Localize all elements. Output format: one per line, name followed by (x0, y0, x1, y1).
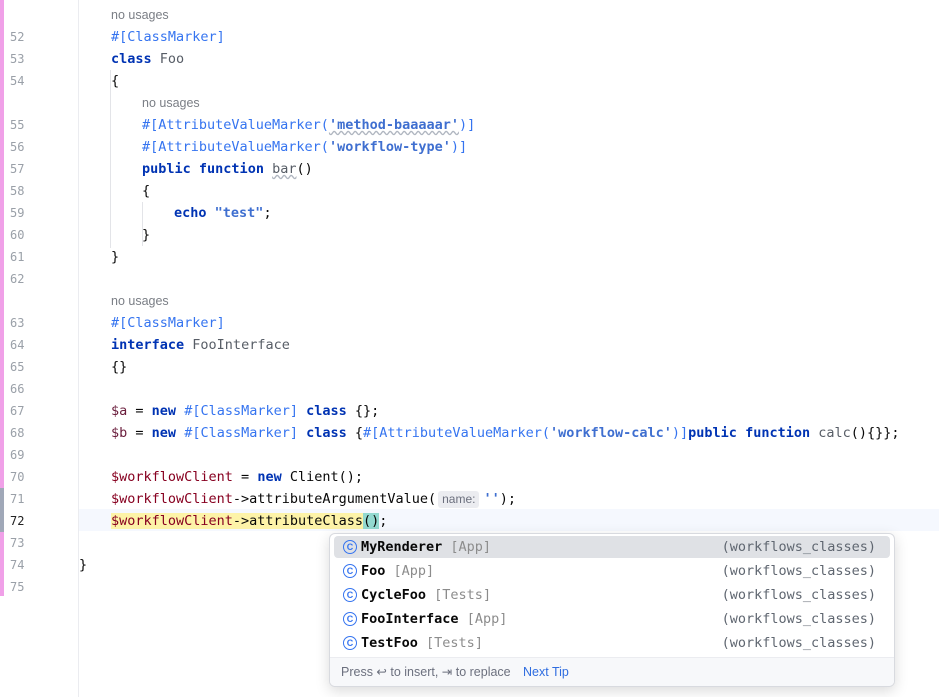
code-line-59[interactable]: echo "test"; (174, 202, 272, 224)
completion-item-class: Foo (361, 563, 386, 579)
line-number[interactable]: 68 (10, 426, 40, 440)
completion-item-module: [Tests] (434, 587, 492, 603)
line-number[interactable]: 74 (10, 558, 40, 572)
line-number[interactable]: 63 (10, 316, 40, 330)
line-number[interactable]: 54 (10, 74, 40, 88)
line-number[interactable]: 59 (10, 206, 40, 220)
code-line-64[interactable]: interface FooInterface (111, 334, 290, 356)
line-number[interactable]: 67 (10, 404, 40, 418)
completion-item[interactable]: C Foo [App] (workflows_classes) (334, 560, 890, 582)
completion-item-location: (workflows_classes) (721, 539, 876, 555)
line-number[interactable]: 72 (10, 514, 40, 528)
completion-item-class: FooInterface (361, 611, 459, 627)
code-line-67[interactable]: $a = new #[ClassMarker] class {}; (111, 400, 379, 422)
completion-item-location: (workflows_classes) (721, 611, 876, 627)
change-marker[interactable] (0, 532, 4, 596)
next-tip-link[interactable]: Next Tip (523, 658, 569, 686)
completion-item-name: CycleFoo [Tests] (361, 584, 491, 606)
line-number[interactable]: 62 (10, 272, 40, 286)
code-line-71[interactable]: $workflowClient->attributeArgumentValue(… (111, 488, 516, 510)
line-number[interactable]: 69 (10, 448, 40, 462)
completion-item[interactable]: C MyRenderer [App] (workflows_classes) (334, 536, 890, 558)
line-number[interactable]: 60 (10, 228, 40, 242)
completion-item-class: CycleFoo (361, 587, 427, 603)
line-number[interactable]: 64 (10, 338, 40, 352)
usages-hint[interactable]: no usages (111, 4, 169, 26)
completion-item-location: (workflows_classes) (721, 587, 876, 603)
line-number[interactable]: 73 (10, 536, 40, 550)
parameter-hint: name: (438, 491, 480, 508)
code-line-65[interactable]: {} (111, 356, 127, 378)
caret-parens[interactable]: () (362, 513, 380, 529)
editor-gutter[interactable]: 52 53 54 55 56 57 58 59 60 61 62 63 64 65 66 67 68 69 70 71… (0, 0, 79, 697)
code-line-57[interactable]: public function bar() (142, 158, 313, 180)
completion-item-name: TestFoo [Tests] (361, 632, 483, 654)
code-line-72[interactable]: $workflowClient->attributeClass(); (111, 510, 387, 532)
completion-item-name: MyRenderer [App] (361, 536, 491, 558)
completion-item[interactable]: C TestFoo [Tests] (workflows_classes) (334, 632, 890, 654)
class-icon: C (343, 588, 357, 602)
line-number[interactable]: 55 (10, 118, 40, 132)
code-line-60[interactable]: } (142, 224, 150, 246)
code-line-56[interactable]: #[AttributeValueMarker('workflow-type')] (142, 136, 467, 158)
line-number[interactable]: 61 (10, 250, 40, 264)
completion-item-class: MyRenderer (361, 539, 443, 555)
completion-item-module: [App] (450, 539, 492, 555)
completion-footer: Press ↩ to insert, ⇥ to replace Next Tip (330, 657, 894, 686)
completion-item-module: [App] (466, 611, 508, 627)
completion-item-module: [Tests] (426, 635, 483, 651)
completion-item-location: (workflows_classes) (721, 563, 876, 579)
completion-item-name: Foo [App] (361, 560, 434, 582)
line-number[interactable]: 65 (10, 360, 40, 374)
code-line-63[interactable]: #[ClassMarker] (111, 312, 225, 334)
class-icon: C (343, 564, 357, 578)
completion-item-name: FooInterface [App] (361, 608, 507, 630)
line-number[interactable]: 66 (10, 382, 40, 396)
code-line-52[interactable]: #[ClassMarker] (111, 26, 225, 48)
class-icon: C (343, 540, 357, 554)
code-line-74[interactable]: } (79, 554, 87, 576)
change-marker-modified[interactable] (0, 488, 4, 532)
code-line-54[interactable]: { (111, 70, 119, 92)
completion-item[interactable]: C FooInterface [App] (workflows_classes) (334, 608, 890, 630)
completion-item-class: TestFoo (361, 635, 418, 651)
usages-hint[interactable]: no usages (142, 92, 200, 114)
change-marker[interactable] (0, 0, 4, 488)
line-number[interactable]: 70 (10, 470, 40, 484)
code-line-58[interactable]: { (142, 180, 150, 202)
code-line-68[interactable]: $b = new #[ClassMarker] class {#[Attribu… (111, 422, 900, 444)
line-number[interactable]: 53 (10, 52, 40, 66)
line-number[interactable]: 75 (10, 580, 40, 594)
completion-item-module: [App] (393, 563, 435, 579)
completion-item[interactable]: C CycleFoo [Tests] (workflows_classes) (334, 584, 890, 606)
line-number[interactable]: 52 (10, 30, 40, 44)
line-number[interactable]: 57 (10, 162, 40, 176)
insert-replace-hint: Press ↩ to insert, ⇥ to replace (341, 665, 511, 679)
code-line-53[interactable]: class Foo (111, 48, 184, 70)
code-line-61[interactable]: } (111, 246, 119, 268)
line-number[interactable]: 56 (10, 140, 40, 154)
code-line-70[interactable]: $workflowClient = new Client(); (111, 466, 363, 488)
line-number[interactable]: 71 (10, 492, 40, 506)
completion-popup[interactable]: C MyRenderer [App] (workflows_classes) C Foo… (329, 533, 895, 687)
usages-hint[interactable]: no usages (111, 290, 169, 312)
line-number[interactable]: 58 (10, 184, 40, 198)
indent-guide (110, 70, 111, 248)
completion-item-location: (workflows_classes) (721, 635, 876, 651)
class-icon: C (343, 636, 357, 650)
class-icon: C (343, 612, 357, 626)
code-line-55[interactable]: #[AttributeValueMarker('method-baaaaar')… (142, 114, 475, 136)
